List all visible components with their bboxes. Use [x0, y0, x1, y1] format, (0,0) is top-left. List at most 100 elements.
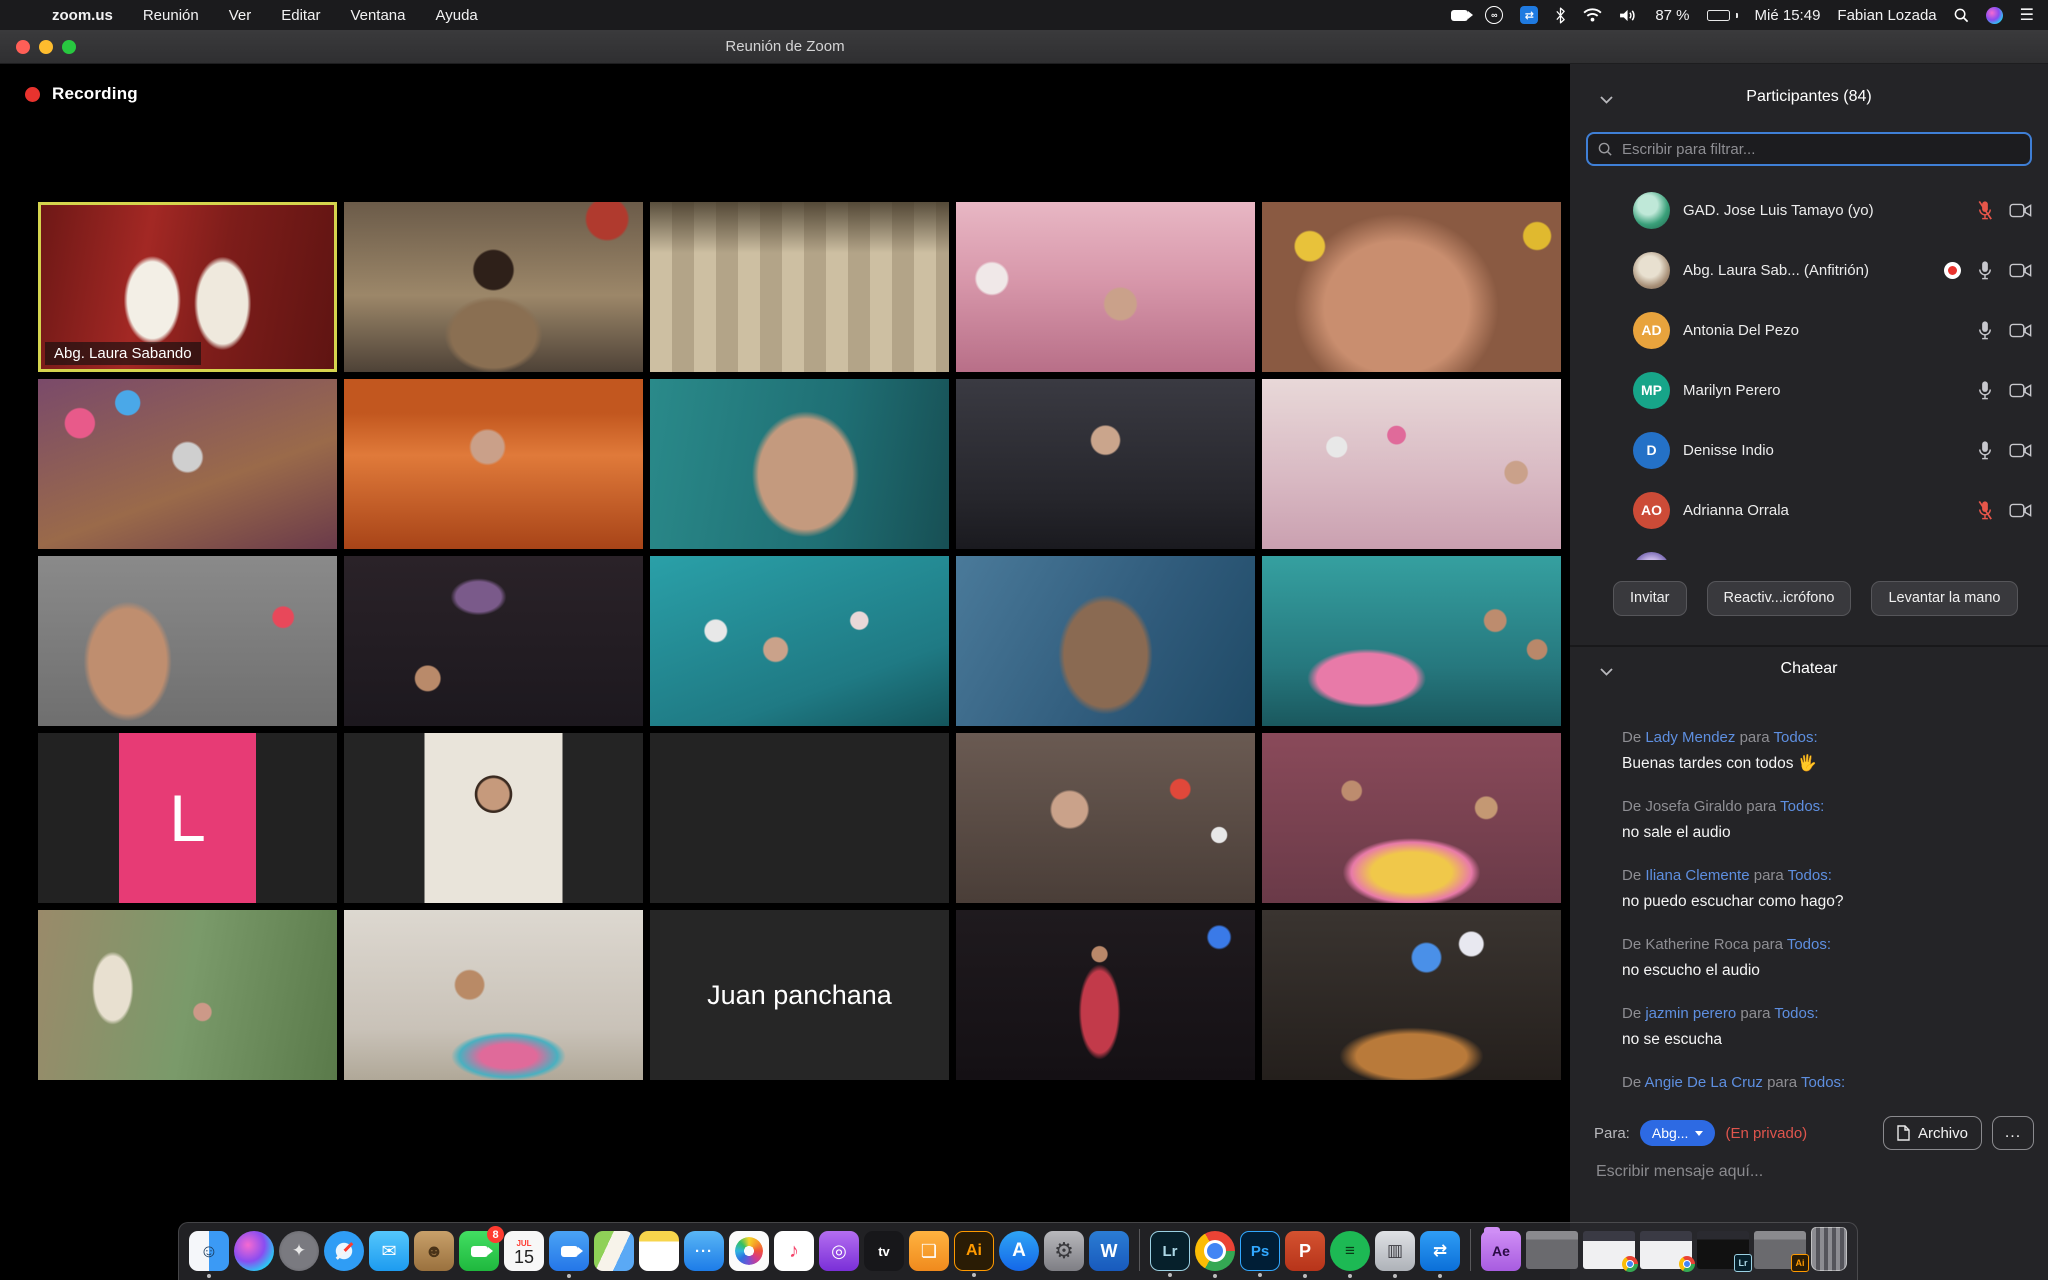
- video-tile[interactable]: [344, 379, 643, 549]
- dock-chrome-icon[interactable]: [1195, 1231, 1235, 1271]
- dock-lightroom-icon[interactable]: Lr: [1150, 1231, 1190, 1271]
- dock-trash-icon[interactable]: [1811, 1227, 1847, 1271]
- participant-row-partial[interactable]: [1570, 540, 2048, 560]
- video-tile[interactable]: [650, 379, 949, 549]
- participant-row[interactable]: MP Marilyn Perero: [1570, 360, 2048, 420]
- menu-item-ventana[interactable]: Ventana: [350, 7, 405, 24]
- dock-after-effects-folder-icon[interactable]: Ae: [1481, 1231, 1521, 1271]
- recording-label: Recording: [52, 84, 138, 104]
- dock-notes-icon[interactable]: [639, 1231, 679, 1271]
- video-tile[interactable]: [650, 202, 949, 372]
- send-file-button[interactable]: Archivo: [1883, 1116, 1982, 1150]
- dock-photos-icon[interactable]: [729, 1231, 769, 1271]
- menu-app-name[interactable]: zoom.us: [52, 7, 113, 24]
- video-tile[interactable]: [956, 379, 1255, 549]
- dock-apple-tv-icon[interactable]: tv: [864, 1231, 904, 1271]
- dock-minimized-window[interactable]: [1526, 1231, 1578, 1269]
- video-tile-laura-sabando[interactable]: Abg. Laura Sabando: [38, 202, 337, 372]
- video-tile[interactable]: [344, 556, 643, 726]
- participant-row[interactable]: AD Antonia Del Pezo: [1570, 300, 2048, 360]
- participant-row[interactable]: AO Adrianna Orrala: [1570, 480, 2048, 540]
- dock-minimized-window-illustrator[interactable]: Ai: [1754, 1231, 1806, 1269]
- siri-icon[interactable]: [1986, 7, 2003, 24]
- video-tile-empty[interactable]: [650, 733, 949, 903]
- dock-mail-icon[interactable]: ✉: [369, 1231, 409, 1271]
- dock-teamviewer-icon[interactable]: ⇄: [1420, 1231, 1460, 1271]
- video-tile[interactable]: [956, 202, 1255, 372]
- creative-cloud-icon[interactable]: ∞: [1485, 6, 1503, 24]
- menu-item-editar[interactable]: Editar: [281, 7, 320, 24]
- video-tile[interactable]: [38, 556, 337, 726]
- dock-facetime-icon[interactable]: 8: [459, 1231, 499, 1271]
- collapse-chat-chevron-icon[interactable]: [1600, 663, 1613, 681]
- video-tile-letter-avatar[interactable]: L: [38, 733, 337, 903]
- video-tile[interactable]: [38, 910, 337, 1080]
- notification-center-icon[interactable]: ☰: [2020, 5, 2034, 25]
- participant-row[interactable]: GAD. Jose Luis Tamayo (yo): [1570, 180, 2048, 240]
- dock-books-icon[interactable]: ❏: [909, 1231, 949, 1271]
- video-tile[interactable]: [956, 733, 1255, 903]
- menu-clock[interactable]: Mié 15:49: [1755, 7, 1821, 24]
- video-tile[interactable]: [1262, 379, 1561, 549]
- dock-calendar-icon[interactable]: JUL15: [504, 1231, 544, 1271]
- dock-system-preferences-icon[interactable]: ⚙: [1044, 1231, 1084, 1271]
- filter-participants-input[interactable]: [1620, 140, 2020, 159]
- video-tile[interactable]: [1262, 733, 1561, 903]
- video-tile[interactable]: [1262, 202, 1561, 372]
- battery-icon[interactable]: [1707, 10, 1738, 21]
- dock-minimized-window-chrome[interactable]: [1640, 1231, 1692, 1269]
- collapse-participants-chevron-icon[interactable]: [1600, 91, 1613, 109]
- dock-music-icon[interactable]: ♪: [774, 1231, 814, 1271]
- dock-spotify-icon[interactable]: ≡: [1330, 1231, 1370, 1271]
- video-tile[interactable]: [344, 733, 643, 903]
- illustrator-badge: Ai: [1791, 1254, 1809, 1272]
- zoom-camera-status-icon[interactable]: [1451, 10, 1468, 21]
- video-tile[interactable]: [1262, 556, 1561, 726]
- raise-hand-button[interactable]: Levantar la mano: [1871, 581, 2017, 616]
- menu-item-ver[interactable]: Ver: [229, 7, 252, 24]
- dock-powerpoint-icon[interactable]: P: [1285, 1231, 1325, 1271]
- video-tile[interactable]: [956, 556, 1255, 726]
- dock-zoom-icon[interactable]: [549, 1231, 589, 1271]
- wifi-icon[interactable]: [1583, 8, 1602, 22]
- chat-message-input[interactable]: [1594, 1162, 2032, 1182]
- dock-siri-icon[interactable]: [234, 1231, 274, 1271]
- video-tile[interactable]: [344, 202, 643, 372]
- dock-photoshop-icon[interactable]: Ps: [1240, 1231, 1280, 1271]
- avatar-initials: AD: [1633, 312, 1670, 349]
- invite-button[interactable]: Invitar: [1613, 581, 1687, 616]
- dock-safari-icon[interactable]: [324, 1231, 364, 1271]
- teamviewer-status-icon[interactable]: ⇄: [1520, 6, 1538, 24]
- participants-search[interactable]: [1586, 132, 2032, 166]
- dock-app-store-icon[interactable]: A: [999, 1231, 1039, 1271]
- dock-contacts-icon[interactable]: ☻: [414, 1231, 454, 1271]
- video-tile[interactable]: [956, 910, 1255, 1080]
- dock-finder-icon[interactable]: ☺: [189, 1231, 229, 1271]
- dock-podcasts-icon[interactable]: ◎: [819, 1231, 859, 1271]
- spotlight-search-icon[interactable]: [1954, 8, 1969, 23]
- video-tile[interactable]: [650, 556, 949, 726]
- dock-launchpad-icon[interactable]: ✦: [279, 1231, 319, 1271]
- more-options-button[interactable]: ...: [1992, 1116, 2034, 1150]
- dock-word-icon[interactable]: W: [1089, 1231, 1129, 1271]
- video-tile[interactable]: [1262, 910, 1561, 1080]
- dock-minimized-window-lightroom[interactable]: Lr: [1697, 1231, 1749, 1269]
- video-tile-juan-panchana[interactable]: Juan panchana: [650, 910, 949, 1080]
- dock-illustrator-icon[interactable]: Ai: [954, 1231, 994, 1271]
- dock-messages-icon[interactable]: ···: [684, 1231, 724, 1271]
- recipient-dropdown[interactable]: Abg...: [1640, 1120, 1716, 1146]
- chat-input-area[interactable]: [1594, 1162, 2028, 1182]
- participant-row[interactable]: Abg. Laura Sab... (Anfitrión): [1570, 240, 2048, 300]
- video-tile[interactable]: [38, 379, 337, 549]
- video-tile[interactable]: [344, 910, 643, 1080]
- menu-item-ayuda[interactable]: Ayuda: [436, 7, 478, 24]
- dock-maps-icon[interactable]: [594, 1231, 634, 1271]
- dock-minimized-window-chrome[interactable]: [1583, 1231, 1635, 1269]
- bluetooth-icon[interactable]: [1555, 7, 1566, 24]
- menu-item-reunion[interactable]: Reunión: [143, 7, 199, 24]
- volume-icon[interactable]: [1619, 8, 1638, 23]
- menu-user-name[interactable]: Fabian Lozada: [1837, 7, 1936, 24]
- unmute-mic-button[interactable]: Reactiv...icrófono: [1707, 581, 1852, 616]
- dock-disk-drill-icon[interactable]: ▥: [1375, 1231, 1415, 1271]
- participant-row[interactable]: D Denisse Indio: [1570, 420, 2048, 480]
